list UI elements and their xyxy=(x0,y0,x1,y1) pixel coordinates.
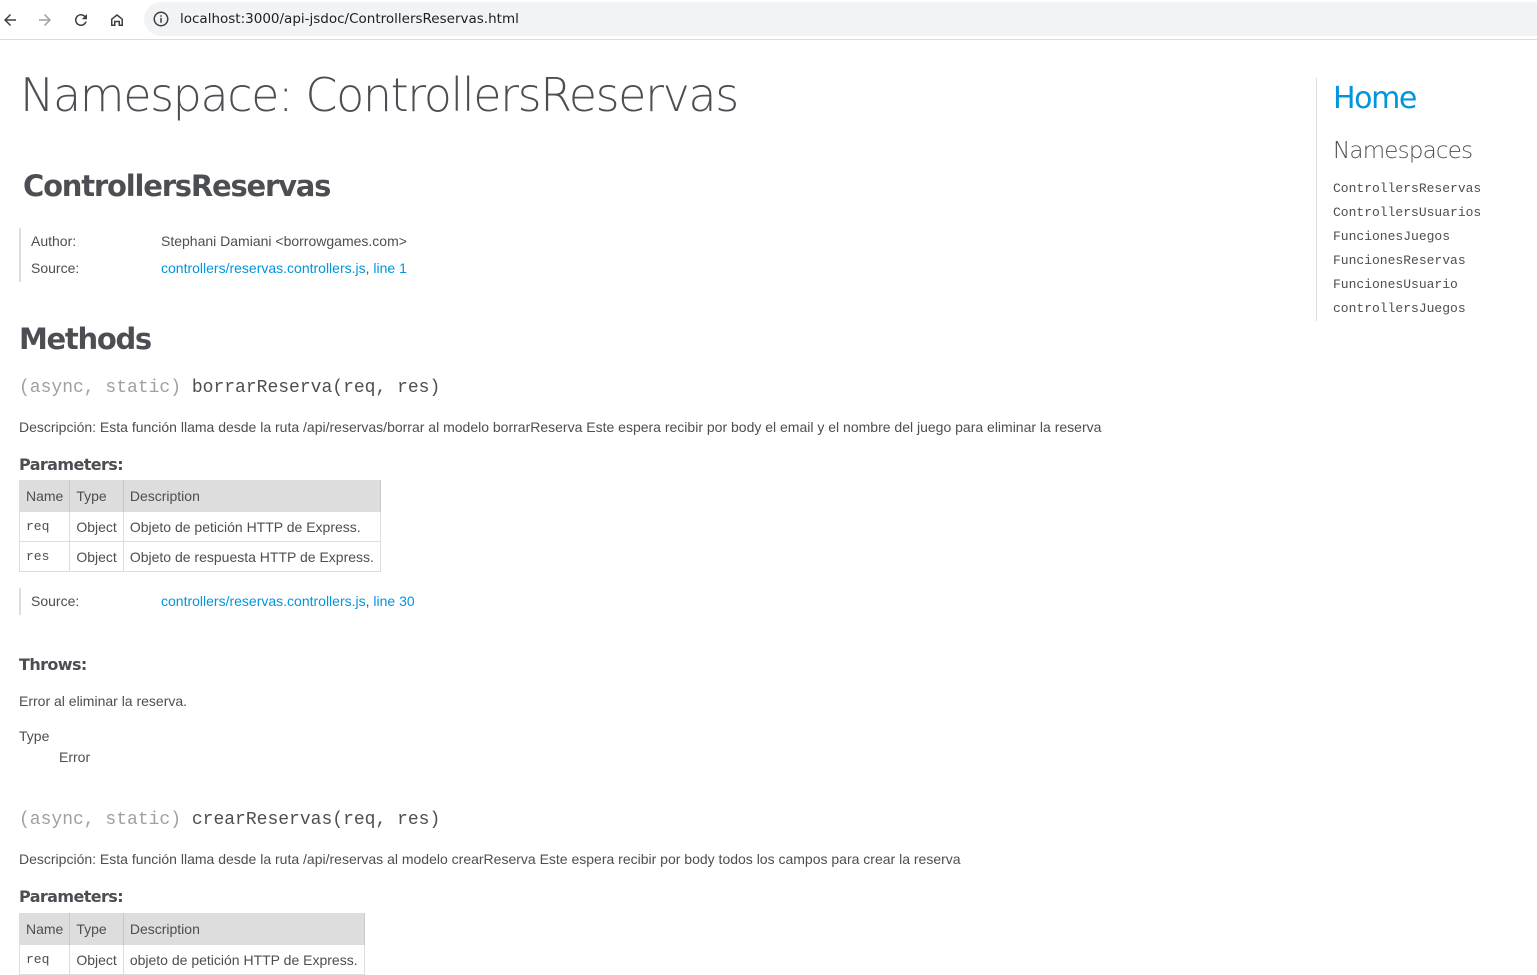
address-bar[interactable]: localhost:3000/api-jsdoc/ControllersRese… xyxy=(144,2,1537,36)
table-header-row: Name Type Description xyxy=(19,913,365,945)
source-row: Source: controllers/reservas.controllers… xyxy=(31,588,415,615)
parameters-table: Name Type Description req Object Objeto … xyxy=(19,480,381,572)
parameters-heading: Parameters: xyxy=(19,455,124,474)
param-type: Object xyxy=(69,541,124,572)
page-title: Namespace: ControllersReservas xyxy=(20,68,739,122)
table-header-row: Name Type Description xyxy=(19,480,381,512)
sidebar-item-controllers-reservas[interactable]: ControllersReservas xyxy=(1333,181,1481,196)
list-item: FuncionesJuegos xyxy=(1333,227,1481,251)
column-header-type: Type xyxy=(69,480,124,512)
sidebar-item-controllers-juegos[interactable]: controllersJuegos xyxy=(1333,301,1466,316)
namespace-details: Author: Stephani Damiani <borrowgames.co… xyxy=(19,228,407,282)
throws-description: Error al eliminar la reserva. xyxy=(19,693,188,709)
url-text[interactable]: localhost:3000/api-jsdoc/ControllersRese… xyxy=(180,11,519,27)
source-file-link[interactable]: controllers/reservas.controllers.js xyxy=(161,260,366,276)
list-item: controllersJuegos xyxy=(1333,299,1481,323)
method-signature: (async, static) crearReservas(req, res) xyxy=(19,810,440,830)
column-header-name: Name xyxy=(19,480,71,512)
home-link[interactable]: Home xyxy=(1333,81,1417,116)
sidebar-item-funciones-usuario[interactable]: FuncionesUsuario xyxy=(1333,277,1458,292)
parameters-heading: Parameters: xyxy=(19,887,124,906)
arrow-right-icon xyxy=(39,14,51,26)
param-name: res xyxy=(19,541,71,572)
browser-toolbar: localhost:3000/api-jsdoc/ControllersRese… xyxy=(0,0,1537,40)
source-line-link[interactable]: line 1 xyxy=(373,260,406,276)
param-name: req xyxy=(19,944,71,975)
author-row: Author: Stephani Damiani <borrowgames.co… xyxy=(31,228,407,255)
namespace-list: ControllersReservas ControllersUsuarios … xyxy=(1333,179,1481,323)
source-line-link[interactable]: line 30 xyxy=(373,593,414,609)
back-button[interactable] xyxy=(0,6,24,34)
method-name: borrarReserva(req, res) xyxy=(191,378,441,398)
throws-type-label: Type xyxy=(19,728,50,744)
info-circle-icon[interactable] xyxy=(152,10,170,28)
arrow-left-icon xyxy=(4,14,16,26)
column-header-name: Name xyxy=(19,913,71,945)
method-description: Descripción: Esta función llama desde la… xyxy=(19,419,1102,435)
column-header-description: Description xyxy=(123,913,365,945)
author-label: Author: xyxy=(31,233,77,249)
param-name: req xyxy=(19,511,71,542)
sidebar-item-controllers-usuarios[interactable]: ControllersUsuarios xyxy=(1333,205,1481,220)
method-description: Descripción: Esta función llama desde la… xyxy=(19,851,961,867)
sidebar-item-funciones-juegos[interactable]: FuncionesJuegos xyxy=(1333,229,1450,244)
source-label: Source: xyxy=(31,260,80,276)
param-description: objeto de petición HTTP de Express. xyxy=(123,944,365,975)
list-item: ControllersReservas xyxy=(1333,179,1481,203)
sidebar-item-funciones-reservas[interactable]: FuncionesReservas xyxy=(1333,253,1466,268)
methods-heading: Methods xyxy=(19,322,152,356)
column-header-type: Type xyxy=(69,913,124,945)
method-signature: (async, static) borrarReserva(req, res) xyxy=(19,378,440,398)
param-description: Objeto de respuesta HTTP de Express. xyxy=(123,541,381,572)
list-item: FuncionesReservas xyxy=(1333,251,1481,275)
home-button[interactable] xyxy=(103,6,131,34)
param-type: Object xyxy=(69,944,124,975)
column-header-description: Description xyxy=(123,480,381,512)
reload-button[interactable] xyxy=(67,6,95,34)
method-attrs: (async, static) xyxy=(19,378,182,398)
source-row: Source: controllers/reservas.controllers… xyxy=(31,255,407,282)
table-row: req Object Objeto de petición HTTP de Ex… xyxy=(19,511,381,542)
reload-icon xyxy=(74,14,87,27)
throws-type-value: Error xyxy=(59,749,91,765)
namespace-heading: ControllersReservas xyxy=(23,169,331,203)
author-value: Stephani Damiani <borrowgames.com> xyxy=(161,233,407,249)
method-name: crearReservas(req, res) xyxy=(191,810,441,830)
forward-button[interactable] xyxy=(31,6,59,34)
method-attrs: (async, static) xyxy=(19,810,182,830)
method-details: Source: controllers/reservas.controllers… xyxy=(19,588,415,615)
source-file-link[interactable]: controllers/reservas.controllers.js xyxy=(161,593,366,609)
sidebar-nav: Home Namespaces ControllersReservas Cont… xyxy=(1316,78,1537,321)
param-description: Objeto de petición HTTP de Express. xyxy=(123,511,381,542)
table-row: req Object objeto de petición HTTP de Ex… xyxy=(19,944,365,975)
param-type: Object xyxy=(69,511,124,542)
home-icon xyxy=(111,14,123,26)
namespaces-heading: Namespaces xyxy=(1333,138,1473,164)
throws-heading: Throws: xyxy=(19,655,87,674)
source-label: Source: xyxy=(31,593,80,609)
list-item: FuncionesUsuario xyxy=(1333,275,1481,299)
parameters-table: Name Type Description req Object objeto … xyxy=(19,913,365,975)
list-item: ControllersUsuarios xyxy=(1333,203,1481,227)
table-row: res Object Objeto de respuesta HTTP de E… xyxy=(19,541,381,572)
